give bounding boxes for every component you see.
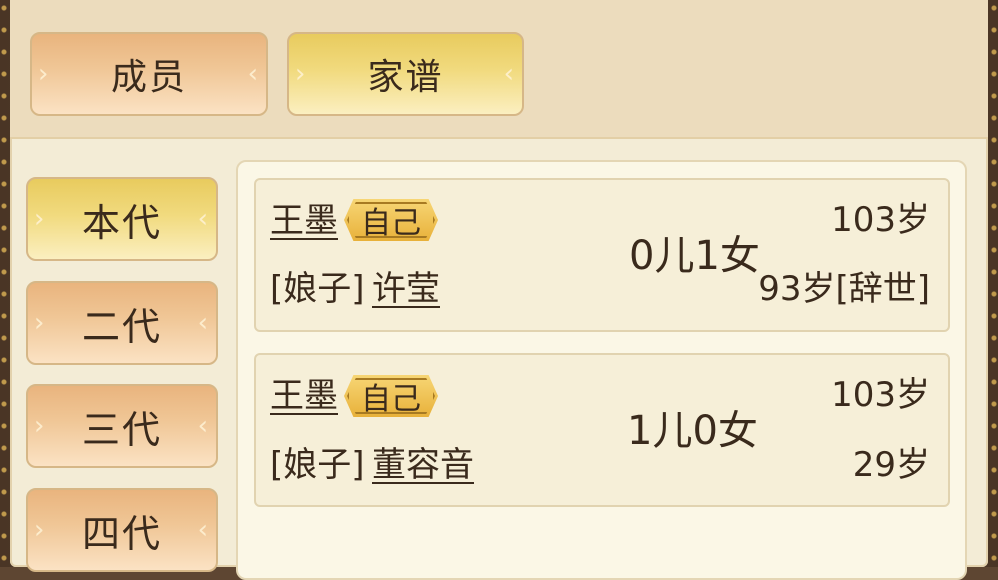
tab-members[interactable]: › 成员 ‹ — [30, 32, 268, 116]
spouse-name-link[interactable]: 许莹 — [372, 272, 440, 306]
tab-family-tree[interactable]: › 家谱 ‹ — [287, 32, 524, 116]
member-age: 103岁 — [831, 375, 930, 415]
chevron-left-icon: › — [34, 411, 47, 441]
generation-label: 四代 — [81, 511, 162, 556]
chevron-right-icon: ‹ — [197, 411, 210, 441]
generation-label: 三代 — [81, 407, 162, 452]
spouse-age: 29岁 — [852, 445, 930, 485]
member-name-link[interactable]: 王墨 — [270, 379, 338, 413]
member-name-link[interactable]: 王墨 — [270, 204, 338, 238]
spouse-age: 93岁[辞世] — [758, 269, 930, 309]
self-badge-label: 自己 — [361, 382, 421, 417]
tab-family-tree-label: 家谱 — [367, 57, 444, 98]
generation-button-current[interactable]: › 本代 ‹ — [26, 177, 218, 261]
generation-button-fourth[interactable]: › 四代 ‹ — [26, 488, 218, 572]
generation-button-third[interactable]: › 三代 ‹ — [26, 384, 218, 468]
member-age: 103岁 — [831, 200, 930, 240]
chevron-right-icon: ‹ — [197, 308, 210, 338]
generation-label: 二代 — [81, 304, 162, 349]
chevron-right-icon: ‹ — [197, 515, 210, 545]
children-count: 0儿1女 — [629, 233, 760, 279]
spouse-role-label: [娘子] — [270, 269, 365, 309]
self-badge-label: 自己 — [361, 206, 421, 241]
chevron-right-icon: ‹ — [197, 204, 210, 234]
chevron-left-icon: › — [34, 204, 47, 234]
chevron-left-icon: › — [34, 308, 47, 338]
spouse-name-link[interactable]: 董容音 — [372, 448, 474, 482]
chevron-left-icon: › — [34, 515, 47, 545]
children-count: 1儿0女 — [627, 408, 758, 454]
self-badge: 自己 — [344, 375, 438, 417]
chevron-right-icon: ‹ — [503, 59, 516, 89]
tab-members-label: 成员 — [110, 57, 187, 98]
spouse-role-label: [娘子] — [270, 445, 365, 485]
chevron-left-icon: › — [295, 59, 308, 89]
chevron-left-icon: › — [38, 59, 51, 89]
generation-button-second[interactable]: › 二代 ‹ — [26, 281, 218, 365]
self-badge: 自己 — [344, 199, 438, 241]
generation-label: 本代 — [81, 200, 162, 245]
chevron-right-icon: ‹ — [247, 59, 260, 89]
